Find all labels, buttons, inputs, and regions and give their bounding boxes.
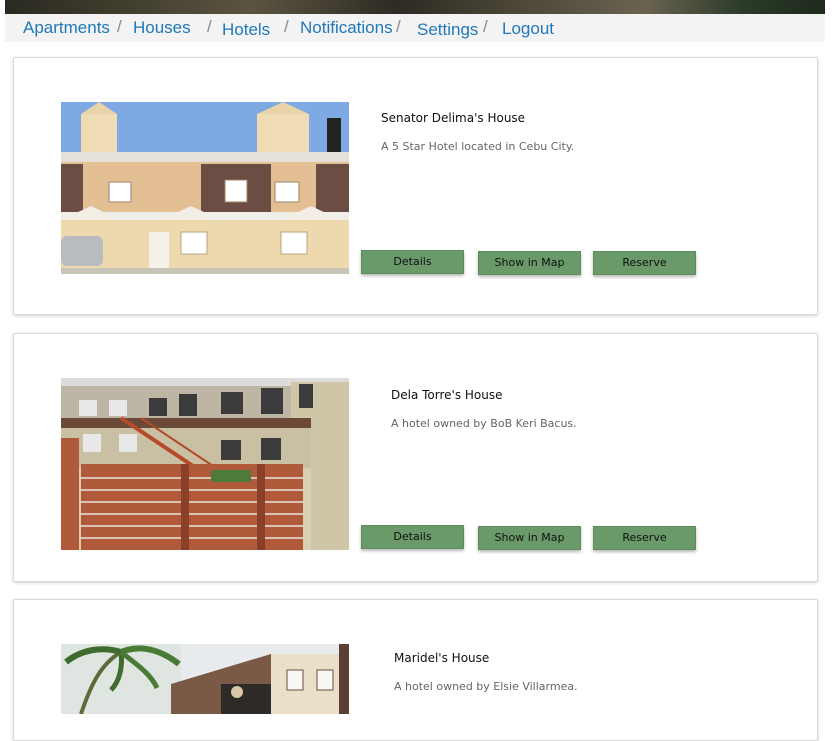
reserve-button[interactable]: Reserve: [593, 251, 696, 275]
listing-title: Senator Delima's House: [381, 111, 526, 125]
nav-hotels-link[interactable]: Hotels: [222, 20, 270, 40]
nav-logout-link[interactable]: Logout: [502, 19, 554, 39]
house-photo-image: [61, 378, 349, 550]
nav-separator: /: [284, 17, 289, 36]
listing-title: Maridel's House: [394, 651, 490, 665]
nav-separator: /: [483, 17, 488, 36]
header-banner-strip: [5, 0, 825, 14]
nav-notifications-link[interactable]: Notifications: [300, 18, 393, 38]
house-photo-image: [61, 644, 349, 714]
show-in-map-button[interactable]: Show in Map: [478, 251, 581, 275]
details-button[interactable]: Details: [361, 525, 464, 549]
listing-photo[interactable]: [61, 102, 349, 274]
listing-photo[interactable]: [61, 644, 349, 714]
listing-photo[interactable]: [61, 378, 349, 550]
listing-description: A 5 Star Hotel located in Cebu City.: [381, 140, 575, 153]
listing-card: Maridel's House A hotel owned by Elsie V…: [13, 599, 818, 741]
details-button[interactable]: Details: [361, 250, 464, 274]
nav-houses-link[interactable]: Houses: [133, 18, 191, 38]
top-navigation: Apartments / Houses / Hotels / Notificat…: [5, 14, 825, 42]
listing-card: Senator Delima's House A 5 Star Hotel lo…: [13, 57, 818, 315]
listing-card: Dela Torre's House A hotel owned by BoB …: [13, 333, 818, 582]
nav-separator: /: [207, 17, 212, 36]
listing-title: Dela Torre's House: [391, 388, 503, 402]
house-photo-image: [61, 102, 349, 274]
nav-separator: /: [396, 17, 401, 36]
listing-description: A hotel owned by Elsie Villarmea.: [394, 680, 578, 693]
listing-description: A hotel owned by BoB Keri Bacus.: [391, 417, 577, 430]
nav-apartments-link[interactable]: Apartments: [23, 18, 110, 38]
show-in-map-button[interactable]: Show in Map: [478, 526, 581, 550]
reserve-button[interactable]: Reserve: [593, 526, 696, 550]
nav-separator: /: [117, 17, 122, 36]
nav-settings-link[interactable]: Settings: [417, 20, 478, 40]
